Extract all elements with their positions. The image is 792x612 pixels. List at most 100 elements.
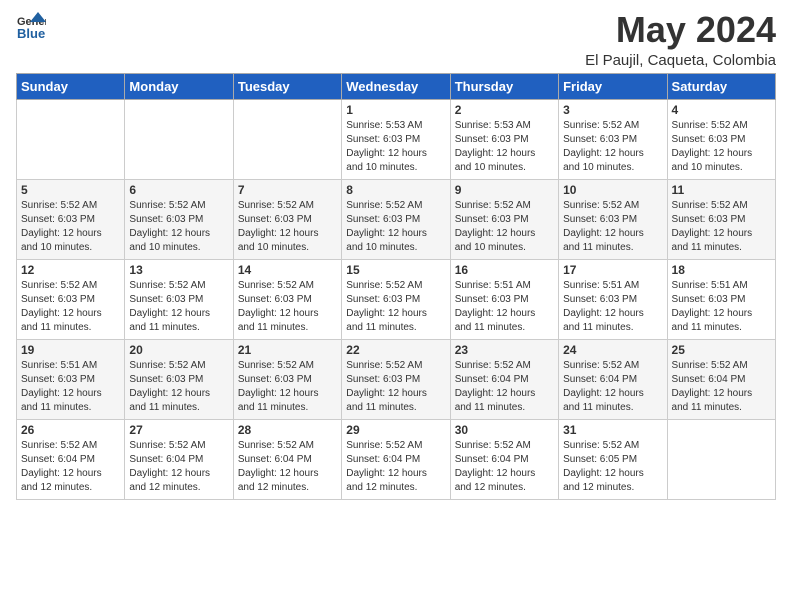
- cell-day: 25: [672, 343, 771, 357]
- cell-4-7: 25 Sunrise: 5:52 AM Sunset: 6:04 PM Dayli…: [667, 339, 775, 419]
- cell-info: Sunrise: 5:52 AM Sunset: 6:04 PM Dayligh…: [455, 359, 554, 415]
- cell-info: Sunrise: 5:52 AM Sunset: 6:04 PM Dayligh…: [455, 439, 554, 495]
- cell-info: Sunrise: 5:52 AM Sunset: 6:03 PM Dayligh…: [129, 279, 228, 335]
- cell-info: Sunrise: 5:52 AM Sunset: 6:03 PM Dayligh…: [346, 359, 445, 415]
- title-section: May 2024 El Paujil, Caqueta, Colombia: [585, 10, 776, 69]
- cell-day: 17: [563, 263, 662, 277]
- cell-1-1: [17, 99, 125, 179]
- cell-info: Sunrise: 5:52 AM Sunset: 6:03 PM Dayligh…: [346, 199, 445, 255]
- cell-3-6: 17 Sunrise: 5:51 AM Sunset: 6:03 PM Dayli…: [559, 259, 667, 339]
- col-monday: Monday: [125, 73, 233, 99]
- cell-info: Sunrise: 5:52 AM Sunset: 6:03 PM Dayligh…: [21, 279, 120, 335]
- cell-info: Sunrise: 5:52 AM Sunset: 6:03 PM Dayligh…: [672, 199, 771, 255]
- week-row-2: 5Sunrise: 5:52 AM Sunset: 6:03 PM Daylig…: [17, 179, 776, 259]
- cell-4-4: 22 Sunrise: 5:52 AM Sunset: 6:03 PM Dayli…: [342, 339, 450, 419]
- cell-info: Sunrise: 5:51 AM Sunset: 6:03 PM Dayligh…: [455, 279, 554, 335]
- cell-info: Sunrise: 5:52 AM Sunset: 6:04 PM Dayligh…: [238, 439, 337, 495]
- cell-info: Sunrise: 5:52 AM Sunset: 6:04 PM Dayligh…: [563, 359, 662, 415]
- cell-1-6: 3 Sunrise: 5:52 AM Sunset: 6:03 PM Daylig…: [559, 99, 667, 179]
- col-saturday: Saturday: [667, 73, 775, 99]
- cell-info: Sunrise: 5:52 AM Sunset: 6:03 PM Dayligh…: [21, 199, 120, 255]
- cell-2-2: 6 Sunrise: 5:52 AM Sunset: 6:03 PM Daylig…: [125, 179, 233, 259]
- cell-day: 18: [672, 263, 771, 277]
- cell-3-4: 15 Sunrise: 5:52 AM Sunset: 6:03 PM Dayli…: [342, 259, 450, 339]
- cell-5-4: 29Sunrise: 5:52 AM Sunset: 6:04 PM Dayli…: [342, 419, 450, 499]
- cell-info: Sunrise: 5:52 AM Sunset: 6:03 PM Dayligh…: [563, 119, 662, 175]
- cell-4-1: 19Sunrise: 5:51 AM Sunset: 6:03 PM Dayli…: [17, 339, 125, 419]
- cell-5-1: 26Sunrise: 5:52 AM Sunset: 6:04 PM Dayli…: [17, 419, 125, 499]
- cell-day: 22: [346, 343, 445, 357]
- cell-5-6: 31 Sunrise: 5:52 AM Sunset: 6:05 PM Dayli…: [559, 419, 667, 499]
- header: General Blue May 2024 El Paujil, Caqueta…: [16, 10, 776, 69]
- col-sunday: Sunday: [17, 73, 125, 99]
- cell-day: 31: [563, 423, 662, 437]
- cell-2-3: 7 Sunrise: 5:52 AM Sunset: 6:03 PM Daylig…: [233, 179, 341, 259]
- cell-info: Sunrise: 5:52 AM Sunset: 6:04 PM Dayligh…: [129, 439, 228, 495]
- cell-day: 21: [238, 343, 337, 357]
- cell-3-5: 16Sunrise: 5:51 AM Sunset: 6:03 PM Dayli…: [450, 259, 558, 339]
- cell-info: Sunrise: 5:52 AM Sunset: 6:04 PM Dayligh…: [672, 359, 771, 415]
- cell-3-1: 12Sunrise: 5:52 AM Sunset: 6:03 PM Dayli…: [17, 259, 125, 339]
- col-thursday: Thursday: [450, 73, 558, 99]
- cell-info: Sunrise: 5:51 AM Sunset: 6:03 PM Dayligh…: [21, 359, 120, 415]
- cell-info: Sunrise: 5:52 AM Sunset: 6:03 PM Dayligh…: [672, 119, 771, 175]
- month-title: May 2024: [585, 10, 776, 50]
- cell-info: Sunrise: 5:52 AM Sunset: 6:03 PM Dayligh…: [563, 199, 662, 255]
- cell-2-6: 10 Sunrise: 5:52 AM Sunset: 6:03 PM Dayli…: [559, 179, 667, 259]
- cell-day: 2: [455, 103, 554, 117]
- cell-day: 24: [563, 343, 662, 357]
- cell-day: 15: [346, 263, 445, 277]
- cell-5-7: [667, 419, 775, 499]
- svg-text:Blue: Blue: [17, 26, 45, 41]
- cell-info: Sunrise: 5:51 AM Sunset: 6:03 PM Dayligh…: [563, 279, 662, 335]
- cell-day: 14: [238, 263, 337, 277]
- cell-5-3: 28Sunrise: 5:52 AM Sunset: 6:04 PM Dayli…: [233, 419, 341, 499]
- week-row-5: 26Sunrise: 5:52 AM Sunset: 6:04 PM Dayli…: [17, 419, 776, 499]
- cell-info: Sunrise: 5:52 AM Sunset: 6:05 PM Dayligh…: [563, 439, 662, 495]
- cell-1-3: [233, 99, 341, 179]
- cell-2-4: 8 Sunrise: 5:52 AM Sunset: 6:03 PM Daylig…: [342, 179, 450, 259]
- cell-day: 13: [129, 263, 228, 277]
- cell-info: Sunrise: 5:52 AM Sunset: 6:03 PM Dayligh…: [238, 279, 337, 335]
- col-wednesday: Wednesday: [342, 73, 450, 99]
- location: El Paujil, Caqueta, Colombia: [585, 52, 776, 69]
- col-tuesday: Tuesday: [233, 73, 341, 99]
- cell-1-2: [125, 99, 233, 179]
- cell-info: Sunrise: 5:52 AM Sunset: 6:03 PM Dayligh…: [455, 199, 554, 255]
- cell-4-5: 23 Sunrise: 5:52 AM Sunset: 6:04 PM Dayli…: [450, 339, 558, 419]
- cell-2-5: 9 Sunrise: 5:52 AM Sunset: 6:03 PM Daylig…: [450, 179, 558, 259]
- cell-day: 7: [238, 183, 337, 197]
- calendar-table: Sunday Monday Tuesday Wednesday Thursday…: [16, 73, 776, 500]
- cell-1-5: 2Sunrise: 5:53 AM Sunset: 6:03 PM Daylig…: [450, 99, 558, 179]
- cell-info: Sunrise: 5:52 AM Sunset: 6:03 PM Dayligh…: [129, 199, 228, 255]
- cell-2-1: 5Sunrise: 5:52 AM Sunset: 6:03 PM Daylig…: [17, 179, 125, 259]
- cell-day: 8: [346, 183, 445, 197]
- cell-info: Sunrise: 5:51 AM Sunset: 6:03 PM Dayligh…: [672, 279, 771, 335]
- cell-3-2: 13 Sunrise: 5:52 AM Sunset: 6:03 PM Dayli…: [125, 259, 233, 339]
- col-friday: Friday: [559, 73, 667, 99]
- cell-info: Sunrise: 5:52 AM Sunset: 6:03 PM Dayligh…: [346, 279, 445, 335]
- week-row-1: 1Sunrise: 5:53 AM Sunset: 6:03 PM Daylig…: [17, 99, 776, 179]
- cell-4-6: 24 Sunrise: 5:52 AM Sunset: 6:04 PM Dayli…: [559, 339, 667, 419]
- cell-info: Sunrise: 5:52 AM Sunset: 6:03 PM Dayligh…: [129, 359, 228, 415]
- cell-day: 23: [455, 343, 554, 357]
- cell-day: 10: [563, 183, 662, 197]
- cell-3-3: 14 Sunrise: 5:52 AM Sunset: 6:03 PM Dayli…: [233, 259, 341, 339]
- cell-5-5: 30Sunrise: 5:52 AM Sunset: 6:04 PM Dayli…: [450, 419, 558, 499]
- cell-1-7: 4 Sunrise: 5:52 AM Sunset: 6:03 PM Daylig…: [667, 99, 775, 179]
- week-row-4: 19Sunrise: 5:51 AM Sunset: 6:03 PM Dayli…: [17, 339, 776, 419]
- cell-day: 1: [346, 103, 445, 117]
- cell-day: 20: [129, 343, 228, 357]
- logo-svg: General Blue: [16, 10, 46, 46]
- calendar-page: General Blue May 2024 El Paujil, Caqueta…: [0, 0, 792, 612]
- cell-4-3: 21 Sunrise: 5:52 AM Sunset: 6:03 PM Dayli…: [233, 339, 341, 419]
- cell-day: 6: [129, 183, 228, 197]
- cell-3-7: 18 Sunrise: 5:51 AM Sunset: 6:03 PM Dayli…: [667, 259, 775, 339]
- cell-5-2: 27Sunrise: 5:52 AM Sunset: 6:04 PM Dayli…: [125, 419, 233, 499]
- cell-info: Sunrise: 5:52 AM Sunset: 6:03 PM Dayligh…: [238, 359, 337, 415]
- cell-day: 9: [455, 183, 554, 197]
- cell-day: 4: [672, 103, 771, 117]
- week-row-3: 12Sunrise: 5:52 AM Sunset: 6:03 PM Dayli…: [17, 259, 776, 339]
- cell-info: Sunrise: 5:52 AM Sunset: 6:03 PM Dayligh…: [238, 199, 337, 255]
- cell-day: 3: [563, 103, 662, 117]
